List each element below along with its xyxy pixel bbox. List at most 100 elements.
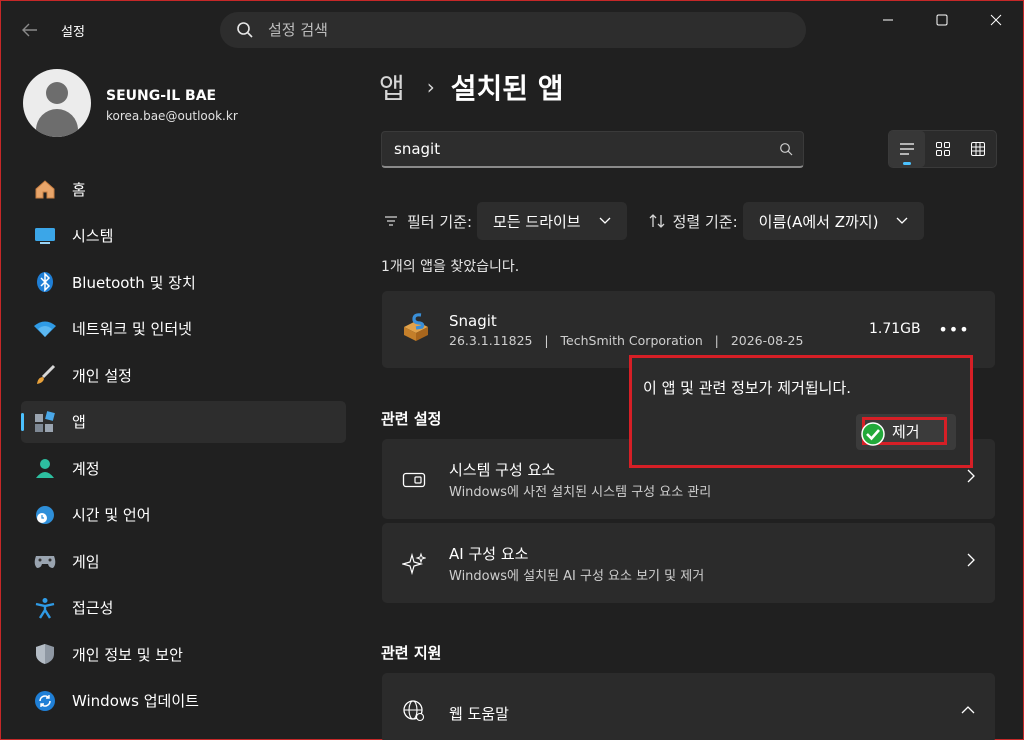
sidebar-item-accessibility[interactable]: 접근성 bbox=[21, 587, 346, 629]
user-name: SEUNG-IL BAE bbox=[106, 88, 217, 104]
popup-message: 이 앱 및 관련 정보가 제거됩니다. bbox=[643, 379, 852, 397]
apps-icon bbox=[33, 410, 57, 434]
account-icon bbox=[33, 456, 57, 480]
ai-components-card[interactable]: AI 구성 요소 Windows에 설치된 AI 구성 요소 보기 및 제거 bbox=[382, 523, 995, 603]
grid-view-icon bbox=[971, 142, 986, 156]
uninstall-button-label: 제거 bbox=[892, 422, 920, 441]
snagit-app-icon bbox=[404, 313, 428, 341]
chevron-right-icon bbox=[967, 553, 975, 567]
sidebar-item-home[interactable]: 홈 bbox=[21, 168, 346, 210]
system-components-icon bbox=[400, 466, 428, 494]
card-subtitle: Windows에 설치된 AI 구성 요소 보기 및 제거 bbox=[449, 569, 705, 584]
sort-icon bbox=[647, 214, 667, 228]
checkmark-icon bbox=[861, 422, 885, 446]
sidebar-item-label: 접근성 bbox=[72, 599, 114, 617]
sidebar-item-apps[interactable]: 앱 bbox=[21, 400, 346, 443]
web-help-card[interactable]: 웹 도움말 bbox=[382, 673, 995, 740]
tile-view-button[interactable] bbox=[925, 131, 961, 167]
list-view-icon bbox=[899, 143, 914, 155]
related-settings-heading: 관련 설정 bbox=[381, 410, 442, 428]
brush-icon bbox=[33, 363, 57, 387]
sort-dropdown[interactable]: 이름(A에서 Z까지) bbox=[742, 202, 925, 240]
sidebar-item-time-language[interactable]: 시간 및 언어 bbox=[21, 494, 346, 536]
card-title: 웹 도움말 bbox=[449, 705, 509, 723]
shield-icon bbox=[33, 642, 57, 666]
web-globe-icon bbox=[400, 697, 428, 725]
filter-icon bbox=[381, 215, 401, 227]
breadcrumb: 앱 › 설치된 앱 bbox=[379, 67, 564, 107]
close-button[interactable] bbox=[973, 5, 1019, 35]
uninstall-confirm-popup: 이 앱 및 관련 정보가 제거됩니다. 제거 bbox=[629, 355, 973, 468]
sidebar-item-network[interactable]: 네트워크 및 인터넷 bbox=[21, 308, 346, 350]
search-icon bbox=[237, 22, 253, 38]
app-search-box[interactable]: snagit bbox=[381, 131, 804, 168]
accessibility-icon bbox=[33, 596, 57, 620]
chevron-down-icon bbox=[599, 217, 611, 224]
sidebar-item-label: 네트워크 및 인터넷 bbox=[72, 320, 192, 338]
filter-label: 필터 기준: bbox=[407, 212, 473, 231]
view-toggle-group bbox=[888, 130, 997, 168]
sidebar-item-label: 계정 bbox=[72, 459, 100, 478]
maximize-icon bbox=[936, 14, 948, 26]
maximize-button[interactable] bbox=[919, 5, 965, 35]
chevron-right-icon bbox=[967, 469, 975, 483]
app-search-input[interactable]: snagit bbox=[394, 140, 779, 158]
breadcrumb-separator: › bbox=[426, 75, 435, 99]
related-support-heading: 관련 지원 bbox=[381, 644, 442, 662]
app-details: 26.3.1.11825 | TechSmith Corporation | 2… bbox=[449, 333, 804, 348]
home-icon bbox=[33, 177, 57, 201]
search-icon bbox=[780, 143, 793, 156]
back-arrow-icon bbox=[22, 23, 37, 37]
drive-filter-dropdown[interactable]: 모든 드라이브 bbox=[477, 202, 627, 240]
sidebar-item-accounts[interactable]: 계정 bbox=[21, 447, 346, 489]
sidebar-item-label: 홈 bbox=[72, 180, 86, 199]
avatar-head bbox=[46, 82, 68, 104]
uninstall-button[interactable]: 제거 bbox=[856, 414, 956, 450]
breadcrumb-parent-apps[interactable]: 앱 bbox=[379, 67, 405, 107]
list-view-button[interactable] bbox=[889, 131, 925, 167]
app-size: 1.71GB bbox=[869, 321, 921, 337]
gamepad-icon bbox=[33, 549, 57, 573]
system-icon bbox=[33, 224, 57, 248]
avatar[interactable] bbox=[23, 69, 91, 137]
tile-view-icon bbox=[935, 142, 950, 156]
sidebar-item-label: Windows 업데이트 bbox=[72, 692, 199, 710]
sidebar-nav: 홈 시스템 Bluetooth 및 장치 네트워크 및 인터넷 개인 설정 앱 … bbox=[21, 168, 346, 726]
sort-value: 이름(A에서 Z까지) bbox=[758, 212, 879, 231]
results-count: 1개의 앱을 찾았습니다. bbox=[381, 259, 520, 275]
sidebar-item-label: 시간 및 언어 bbox=[72, 506, 151, 524]
sidebar-item-gaming[interactable]: 게임 bbox=[21, 540, 346, 582]
back-button[interactable] bbox=[15, 15, 45, 45]
sidebar-item-personalization[interactable]: 개인 설정 bbox=[21, 354, 346, 396]
sidebar-item-privacy[interactable]: 개인 정보 및 보안 bbox=[21, 633, 346, 675]
sidebar-item-label: 개인 정보 및 보안 bbox=[72, 645, 183, 664]
sort-label: 정렬 기준: bbox=[672, 212, 738, 231]
chevron-down-icon bbox=[896, 217, 908, 224]
more-options-button[interactable]: ••• bbox=[938, 315, 969, 343]
card-subtitle: Windows에 사전 설치된 시스템 구성 요소 관리 bbox=[449, 485, 712, 500]
grid-view-button[interactable] bbox=[960, 131, 996, 167]
uninstall-button-highlight: 제거 bbox=[861, 417, 947, 446]
app-name: Snagit bbox=[449, 312, 497, 330]
filter-sort-row: 필터 기준: 모든 드라이브 정렬 기준: 이름(A에서 Z까지) bbox=[381, 202, 925, 240]
user-email: korea.bae@outlook.kr bbox=[106, 109, 238, 123]
close-icon bbox=[990, 14, 1002, 26]
drive-filter-value: 모든 드라이브 bbox=[493, 212, 581, 231]
sidebar-item-bluetooth[interactable]: Bluetooth 및 장치 bbox=[21, 261, 346, 303]
sidebar-item-windows-update[interactable]: Windows 업데이트 bbox=[21, 680, 346, 722]
avatar-body bbox=[36, 109, 78, 137]
bluetooth-icon bbox=[33, 270, 57, 294]
card-title: 시스템 구성 요소 bbox=[449, 461, 556, 479]
settings-search-box[interactable] bbox=[220, 12, 806, 48]
card-title: AI 구성 요소 bbox=[449, 545, 529, 563]
sidebar-item-system[interactable]: 시스템 bbox=[21, 215, 346, 257]
time-language-icon bbox=[33, 503, 57, 527]
page-title: 설치된 앱 bbox=[450, 72, 564, 105]
ai-sparkle-icon bbox=[400, 550, 428, 578]
minimize-icon bbox=[883, 19, 893, 21]
sidebar-item-label: 시스템 bbox=[72, 227, 114, 245]
settings-search-input[interactable] bbox=[268, 21, 768, 39]
wifi-icon bbox=[33, 317, 57, 341]
sidebar-item-label: 개인 설정 bbox=[72, 366, 132, 385]
minimize-button[interactable] bbox=[865, 5, 911, 35]
